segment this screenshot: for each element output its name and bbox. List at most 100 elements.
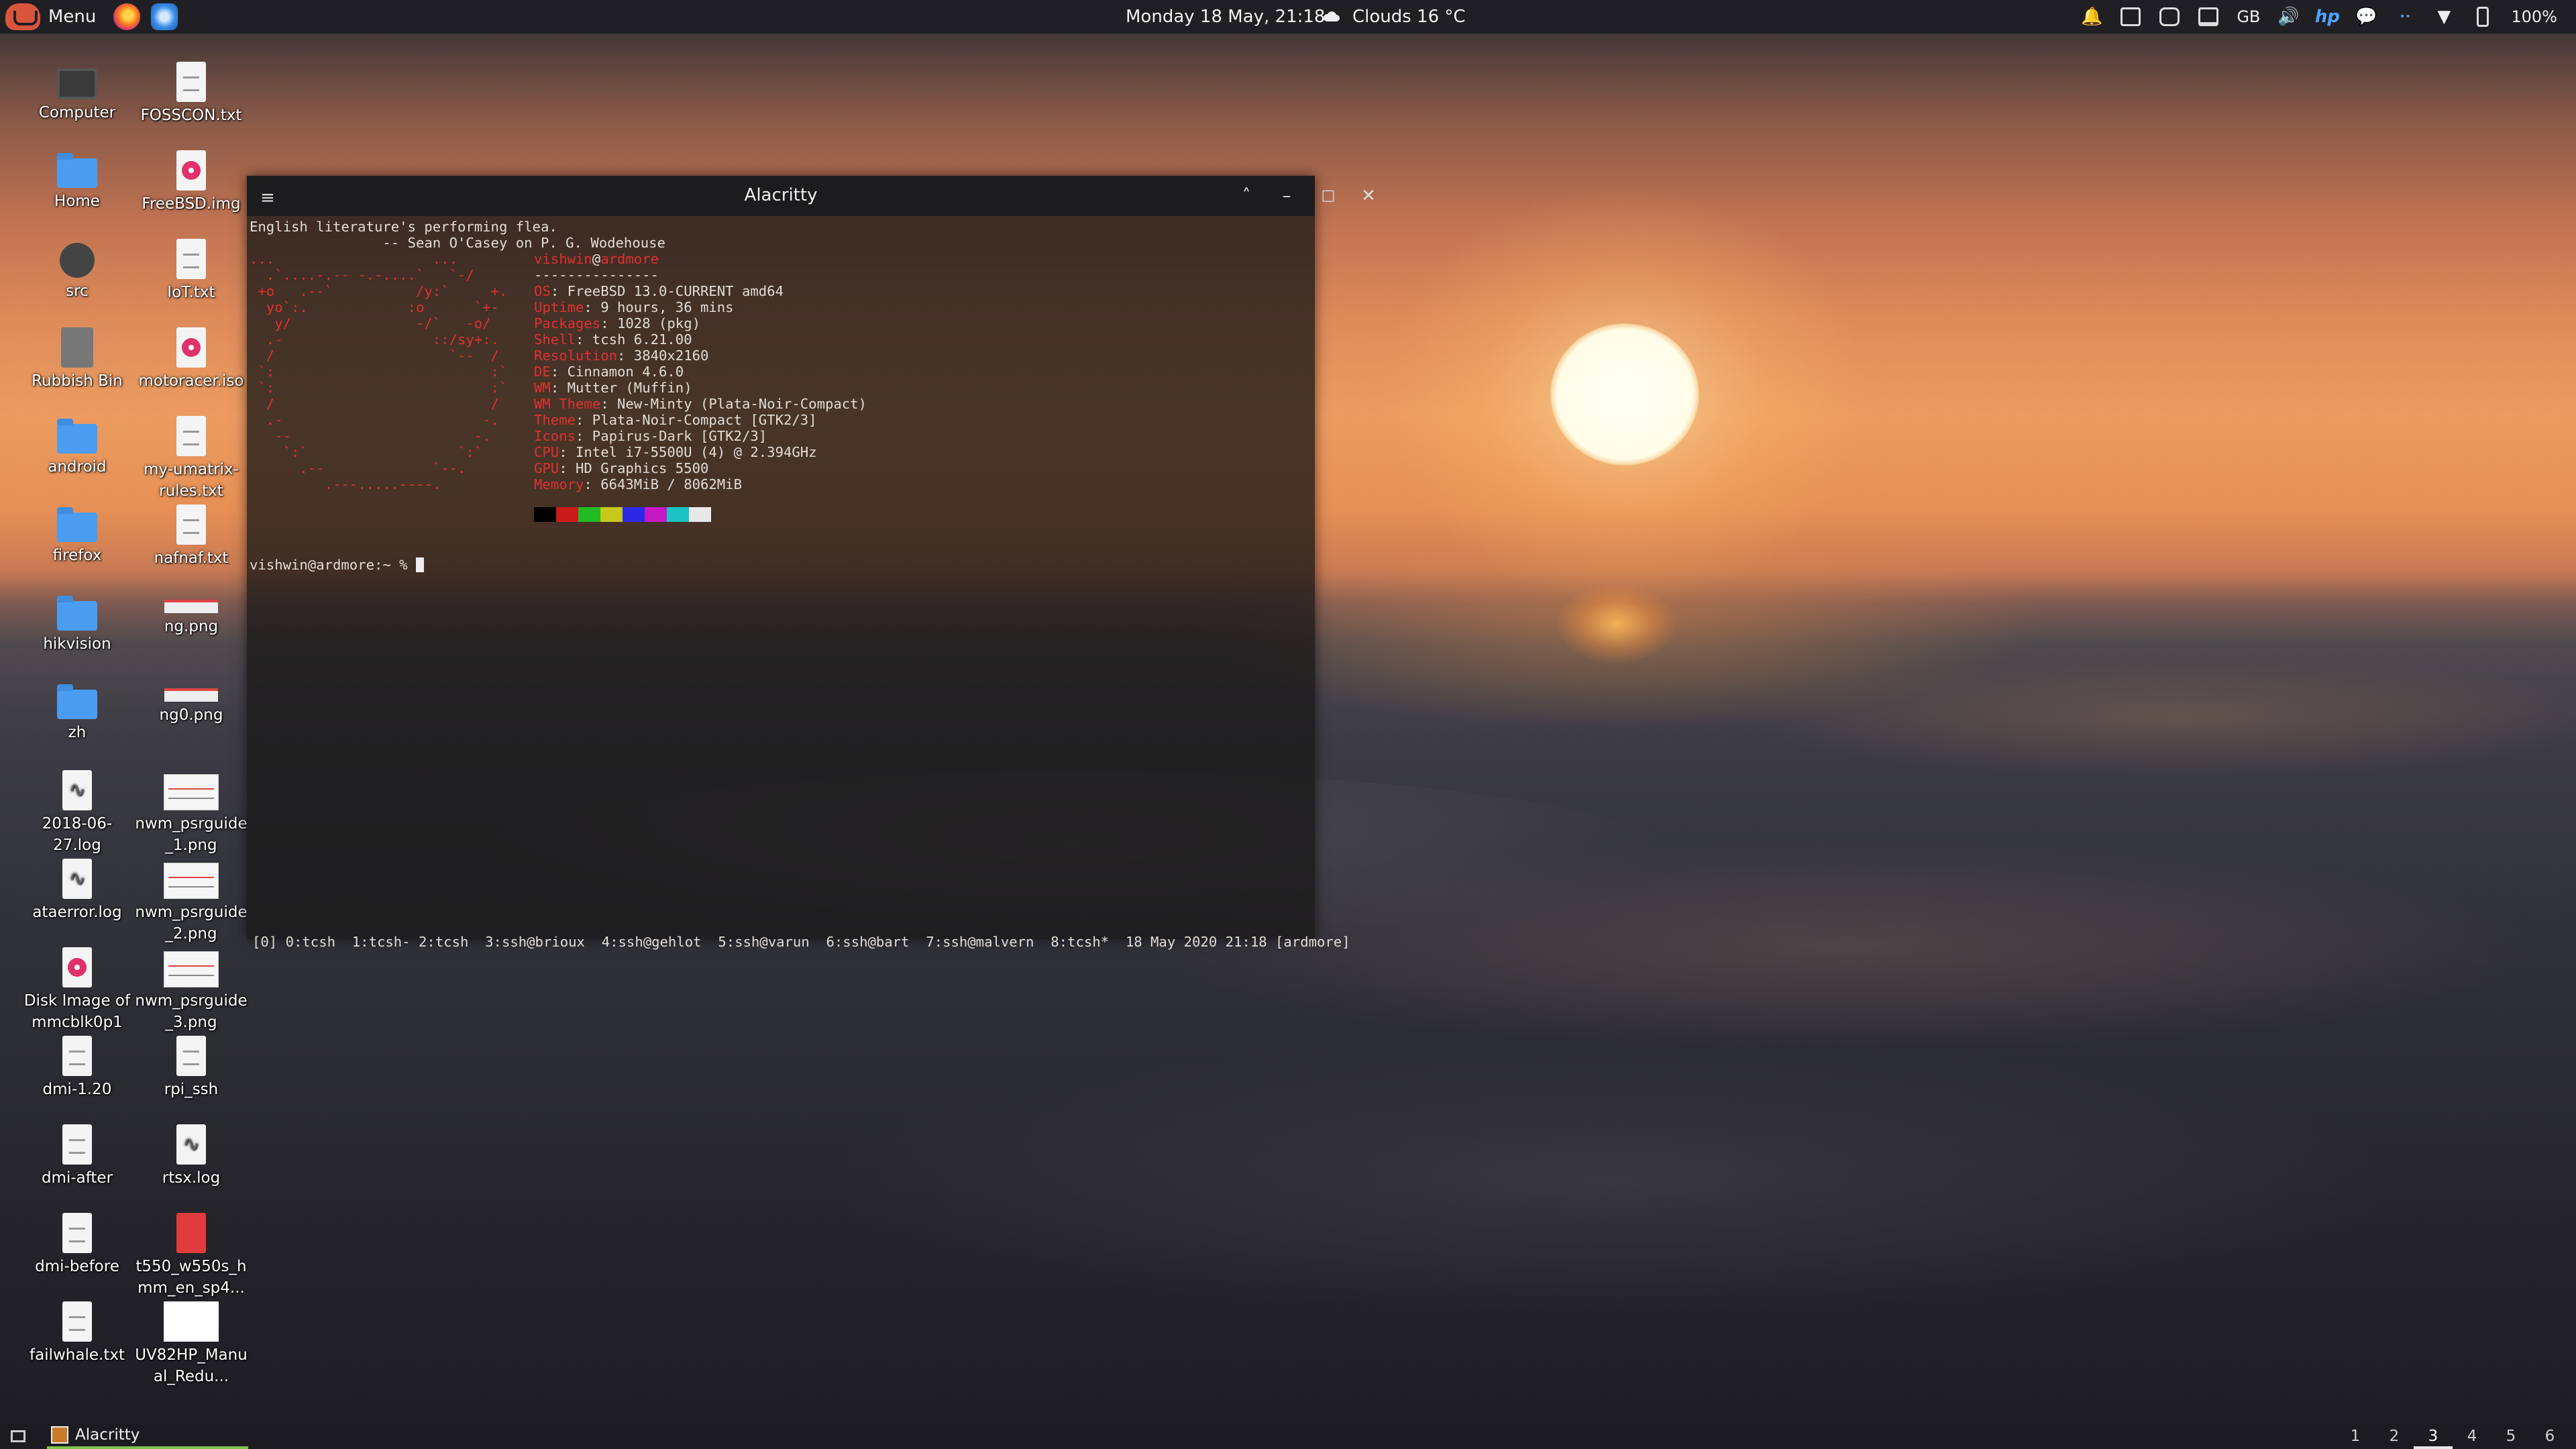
desktop-icon[interactable]: dmi-after <box>20 1124 134 1189</box>
desktop-icon[interactable]: ng.png <box>134 593 248 637</box>
volume-icon[interactable]: 🔊 <box>2277 6 2299 28</box>
info-key: Shell <box>534 331 576 347</box>
close-button[interactable]: ✕ <box>1356 184 1381 208</box>
workspace-1[interactable]: 1 <box>2336 1424 2375 1449</box>
alacritty-window[interactable]: ≡ Alacritty ˄ – □ ✕ English literature's… <box>247 176 1376 950</box>
desktop-icon-label: nwm_psrguide_1.png <box>135 815 248 854</box>
desktop-icon[interactable]: Computer <box>20 62 134 123</box>
desktop-icon[interactable]: dmi-1.20 <box>20 1036 134 1100</box>
desktop-icon[interactable]: firefox <box>20 504 134 566</box>
info-key: Uptime <box>534 299 584 315</box>
desktop-icon-label: rtsx.log <box>162 1169 221 1187</box>
fortune-line-1: English literature's performing flea. <box>250 219 557 235</box>
workspace-2[interactable]: 2 <box>2375 1424 2414 1449</box>
info-line: Theme: Plata-Noir-Compact [GTK2/3] <box>534 412 817 428</box>
taskbar-item-alacritty[interactable]: Alacritty <box>47 1424 248 1449</box>
weather-applet[interactable]: Clouds 16 °C <box>1352 7 1466 27</box>
desktop-icon[interactable]: nafnaf.txt <box>134 504 248 569</box>
desktop-icon[interactable]: rtsx.log <box>134 1124 248 1189</box>
desktop-icon[interactable]: UV82HP_Manual_Redu... <box>134 1301 248 1387</box>
folder-icon <box>57 684 97 719</box>
thunderbird-icon[interactable] <box>151 3 178 30</box>
screenshot-icon[interactable] <box>2159 6 2180 28</box>
info-key: WM <box>534 380 551 396</box>
desktop-icon[interactable]: my-umatrix-rules.txt <box>134 416 248 502</box>
info-line: WM Theme: New-Minty (Plata-Noir-Compact) <box>534 396 867 412</box>
terminal-content[interactable]: English literature's performing flea. --… <box>250 219 1350 950</box>
desktop-icon[interactable]: src <box>20 239 134 302</box>
workspace-5[interactable]: 5 <box>2491 1424 2530 1449</box>
minimize-button[interactable]: – <box>1275 184 1299 208</box>
info-key: GPU <box>534 460 559 476</box>
desktop-icon-label: firefox <box>52 547 102 564</box>
desktop-icon-label: ataerror.log <box>32 904 122 921</box>
hp-printer-icon[interactable]: hp <box>2315 6 2340 28</box>
window-titlebar[interactable]: ≡ Alacritty ˄ – □ ✕ <box>247 176 1376 216</box>
desktop-icon[interactable]: zh <box>20 682 134 743</box>
desktop-icon[interactable]: ng0.png <box>134 682 248 726</box>
info-value: : 9 hours, 36 mins <box>584 299 734 315</box>
bluetooth-icon[interactable]: •• <box>2394 6 2416 28</box>
desktop-icon[interactable]: failwhale.txt <box>20 1301 134 1366</box>
desktop-icon[interactable]: Rubbish Bin <box>20 327 134 392</box>
clock[interactable]: Monday 18 May, 21:18 <box>1126 7 1325 27</box>
firefox-icon[interactable] <box>113 3 141 30</box>
keyboard-layout[interactable]: GB <box>2237 7 2260 26</box>
info-key: CPU <box>534 444 559 460</box>
chat-icon[interactable]: 💬 <box>2355 6 2377 28</box>
workspace-4[interactable]: 4 <box>2453 1424 2491 1449</box>
desktop-icon-label: FOSSCON.txt <box>140 107 242 124</box>
desktop-icon-label: FreeBSD.img <box>142 195 241 213</box>
workspace-6[interactable]: 6 <box>2530 1424 2569 1449</box>
palette-swatch <box>645 507 667 522</box>
desktop-icon[interactable]: FreeBSD.img <box>134 150 248 215</box>
log-icon <box>176 1124 206 1165</box>
palette-swatch <box>667 507 689 522</box>
desktop-icon-label: dmi-before <box>35 1258 119 1275</box>
show-desktop-icon[interactable] <box>11 1430 25 1442</box>
info-line: Resolution: 3840x2160 <box>534 347 708 364</box>
info-value: : Intel i7-5500U (4) @ 2.394GHz <box>559 444 817 460</box>
workspace-3[interactable]: 3 <box>2414 1424 2453 1449</box>
maximize-button[interactable]: □ <box>1316 184 1340 208</box>
info-line: OS: FreeBSD 13.0-CURRENT amd64 <box>534 283 784 299</box>
desktop-icon[interactable]: nwm_psrguide_2.png <box>134 859 248 945</box>
desktop-icon[interactable]: nwm_psrguide_3.png <box>134 947 248 1033</box>
folder-icon <box>57 419 97 453</box>
desktop-icon[interactable]: ataerror.log <box>20 859 134 923</box>
doc-icon <box>176 416 206 456</box>
menu-button[interactable]: Menu <box>0 0 103 34</box>
notifications-bell-icon[interactable]: 🔔 <box>2081 6 2102 28</box>
info-line: Icons: Papirus-Dark [GTK2/3] <box>534 428 767 444</box>
doc-icon <box>176 62 206 102</box>
desktop-icon-label: dmi-1.20 <box>42 1081 112 1098</box>
desktop-icon-label: my-umatrix-rules.txt <box>144 461 239 500</box>
top-panel: Menu Monday 18 May, 21:18 Clouds 16 °C 🔔… <box>0 0 2576 34</box>
desktop-icon[interactable]: motoracer.iso <box>134 327 248 392</box>
shade-button[interactable]: ˄ <box>1234 184 1258 208</box>
strip-icon <box>164 688 218 702</box>
desktop-icon[interactable]: 2018-06-27.log <box>20 770 134 856</box>
info-line: Shell: tcsh 6.21.00 <box>534 331 692 347</box>
battery-percentage[interactable]: 100% <box>2511 7 2557 26</box>
disc-icon <box>176 150 206 191</box>
wifi-icon[interactable]: ▼ <box>2433 6 2455 28</box>
shell-prompt[interactable]: vishwin@ardmore:~ % <box>250 557 424 573</box>
display-icon[interactable] <box>2198 6 2219 28</box>
ascii-logo-line: -- -. <box>250 428 491 444</box>
desktop-icon[interactable]: FOSSCON.txt <box>134 62 248 126</box>
desktop-icon[interactable]: hikvision <box>20 593 134 655</box>
doc-icon <box>176 1036 206 1076</box>
desktop-icon[interactable]: IoT.txt <box>134 239 248 303</box>
desktop-icon[interactable]: nwm_psrguide_1.png <box>134 770 248 856</box>
desktop-icon[interactable]: dmi-before <box>20 1213 134 1277</box>
desktop-icon[interactable]: rpi_ssh <box>134 1036 248 1100</box>
doc-icon <box>176 504 206 545</box>
system-tray: 🔔 GB 🔊 hp 💬 •• ▼ 100% <box>2081 0 2576 34</box>
monitor-icon <box>57 68 97 99</box>
battery-icon[interactable] <box>2472 6 2493 28</box>
desktop-icon[interactable]: Home <box>20 150 134 212</box>
keyboard-icon[interactable] <box>2120 6 2141 28</box>
desktop-icon[interactable]: t550_w550s_hmm_en_sp4... <box>134 1213 248 1299</box>
desktop-icon[interactable]: android <box>20 416 134 478</box>
